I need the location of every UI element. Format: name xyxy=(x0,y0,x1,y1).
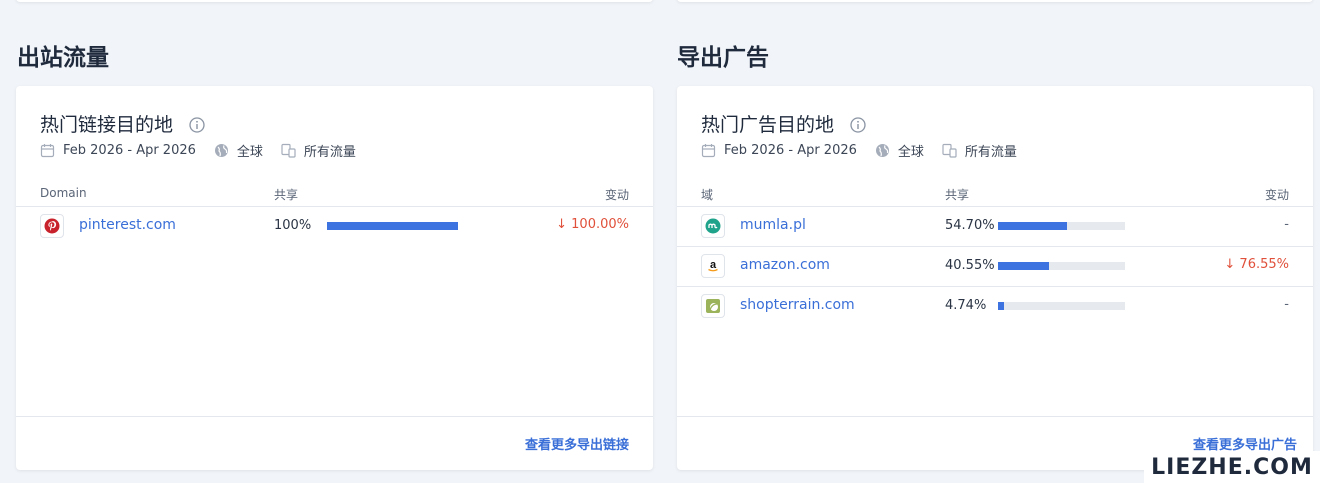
globe-icon xyxy=(214,143,229,158)
share-bar-fill xyxy=(998,302,1005,310)
traffic-type: 所有流量 xyxy=(303,145,356,160)
region: 全球 xyxy=(236,145,263,160)
share-bar-fill xyxy=(327,222,458,230)
amazon-logo-icon: a xyxy=(701,254,725,278)
footer-divider xyxy=(16,416,653,417)
card-title-text: 热门广告目的地 xyxy=(701,114,835,136)
domain-link[interactable]: shopterrain.com xyxy=(740,297,855,313)
share-bar xyxy=(998,302,1125,310)
table-row[interactable]: pinterest.com 100% ↓ 100.00% xyxy=(16,206,653,246)
change-value: - xyxy=(1284,217,1289,232)
share-bar-fill xyxy=(998,222,1068,230)
top-link-destinations-card: 热门链接目的地 Feb 2026 - Apr 2026 全球 所有流量 Doma… xyxy=(16,86,653,470)
card-title-text: 热门链接目的地 xyxy=(40,114,174,136)
column-header-change: 变动 xyxy=(1264,188,1289,202)
card-title: 热门链接目的地 xyxy=(40,110,205,137)
share-value: 100% xyxy=(274,218,312,233)
svg-text:a: a xyxy=(710,259,717,271)
info-icon[interactable] xyxy=(850,116,866,133)
card-meta: Feb 2026 - Apr 2026 全球 所有流量 xyxy=(40,141,356,160)
previous-card-bottom xyxy=(677,0,1313,2)
column-header-domain: 域 xyxy=(701,188,714,202)
column-header-share: 共享 xyxy=(274,188,299,202)
change-value: ↓ 100.00% xyxy=(556,217,629,232)
devices-icon xyxy=(281,143,296,158)
domain-link[interactable]: pinterest.com xyxy=(79,217,176,233)
calendar-icon xyxy=(40,143,55,158)
share-bar xyxy=(998,222,1125,230)
date-range: Feb 2026 - Apr 2026 xyxy=(63,143,196,158)
table-row[interactable]: mumla.pl 54.70% - xyxy=(677,206,1313,246)
change-value: - xyxy=(1284,297,1289,312)
calendar-icon xyxy=(701,143,716,158)
share-bar xyxy=(327,222,458,230)
section-title-outbound-traffic: 出站流量 xyxy=(17,45,109,71)
share-bar-fill xyxy=(998,262,1050,270)
share-value: 40.55% xyxy=(945,258,995,273)
column-header-share: 共享 xyxy=(945,188,970,202)
traffic-type: 所有流量 xyxy=(964,145,1017,160)
change-value: ↓ 76.55% xyxy=(1224,257,1289,272)
top-ad-destinations-card: 热门广告目的地 Feb 2026 - Apr 2026 全球 所有流量 域 共享… xyxy=(677,86,1313,470)
info-icon[interactable] xyxy=(189,116,205,133)
card-title: 热门广告目的地 xyxy=(701,110,866,137)
devices-icon xyxy=(942,143,957,158)
share-bar xyxy=(998,262,1125,270)
table-row[interactable]: shopterrain.com 4.74% - xyxy=(677,286,1313,326)
watermark: LIEZHE.COM xyxy=(1144,451,1320,483)
share-value: 54.70% xyxy=(945,218,995,233)
domain-link[interactable]: amazon.com xyxy=(740,257,830,273)
date-range: Feb 2026 - Apr 2026 xyxy=(724,143,857,158)
previous-card-bottom xyxy=(16,0,653,2)
share-value: 4.74% xyxy=(945,298,987,313)
card-meta: Feb 2026 - Apr 2026 全球 所有流量 xyxy=(701,141,1017,160)
footer-divider xyxy=(677,416,1313,417)
shopterrain-logo-icon xyxy=(701,294,725,318)
region: 全球 xyxy=(897,145,924,160)
section-title-outbound-ads: 导出广告 xyxy=(677,45,769,71)
column-header-change: 变动 xyxy=(604,188,629,202)
view-more-outbound-links-link[interactable]: 查看更多导出链接 xyxy=(525,434,629,453)
column-header-domain: Domain xyxy=(40,186,87,200)
pinterest-logo-icon xyxy=(40,214,64,238)
domain-link[interactable]: mumla.pl xyxy=(740,217,806,233)
table-row[interactable]: a amazon.com 40.55% ↓ 76.55% xyxy=(677,246,1313,286)
mumla-logo-icon xyxy=(701,214,725,238)
globe-icon xyxy=(875,143,890,158)
